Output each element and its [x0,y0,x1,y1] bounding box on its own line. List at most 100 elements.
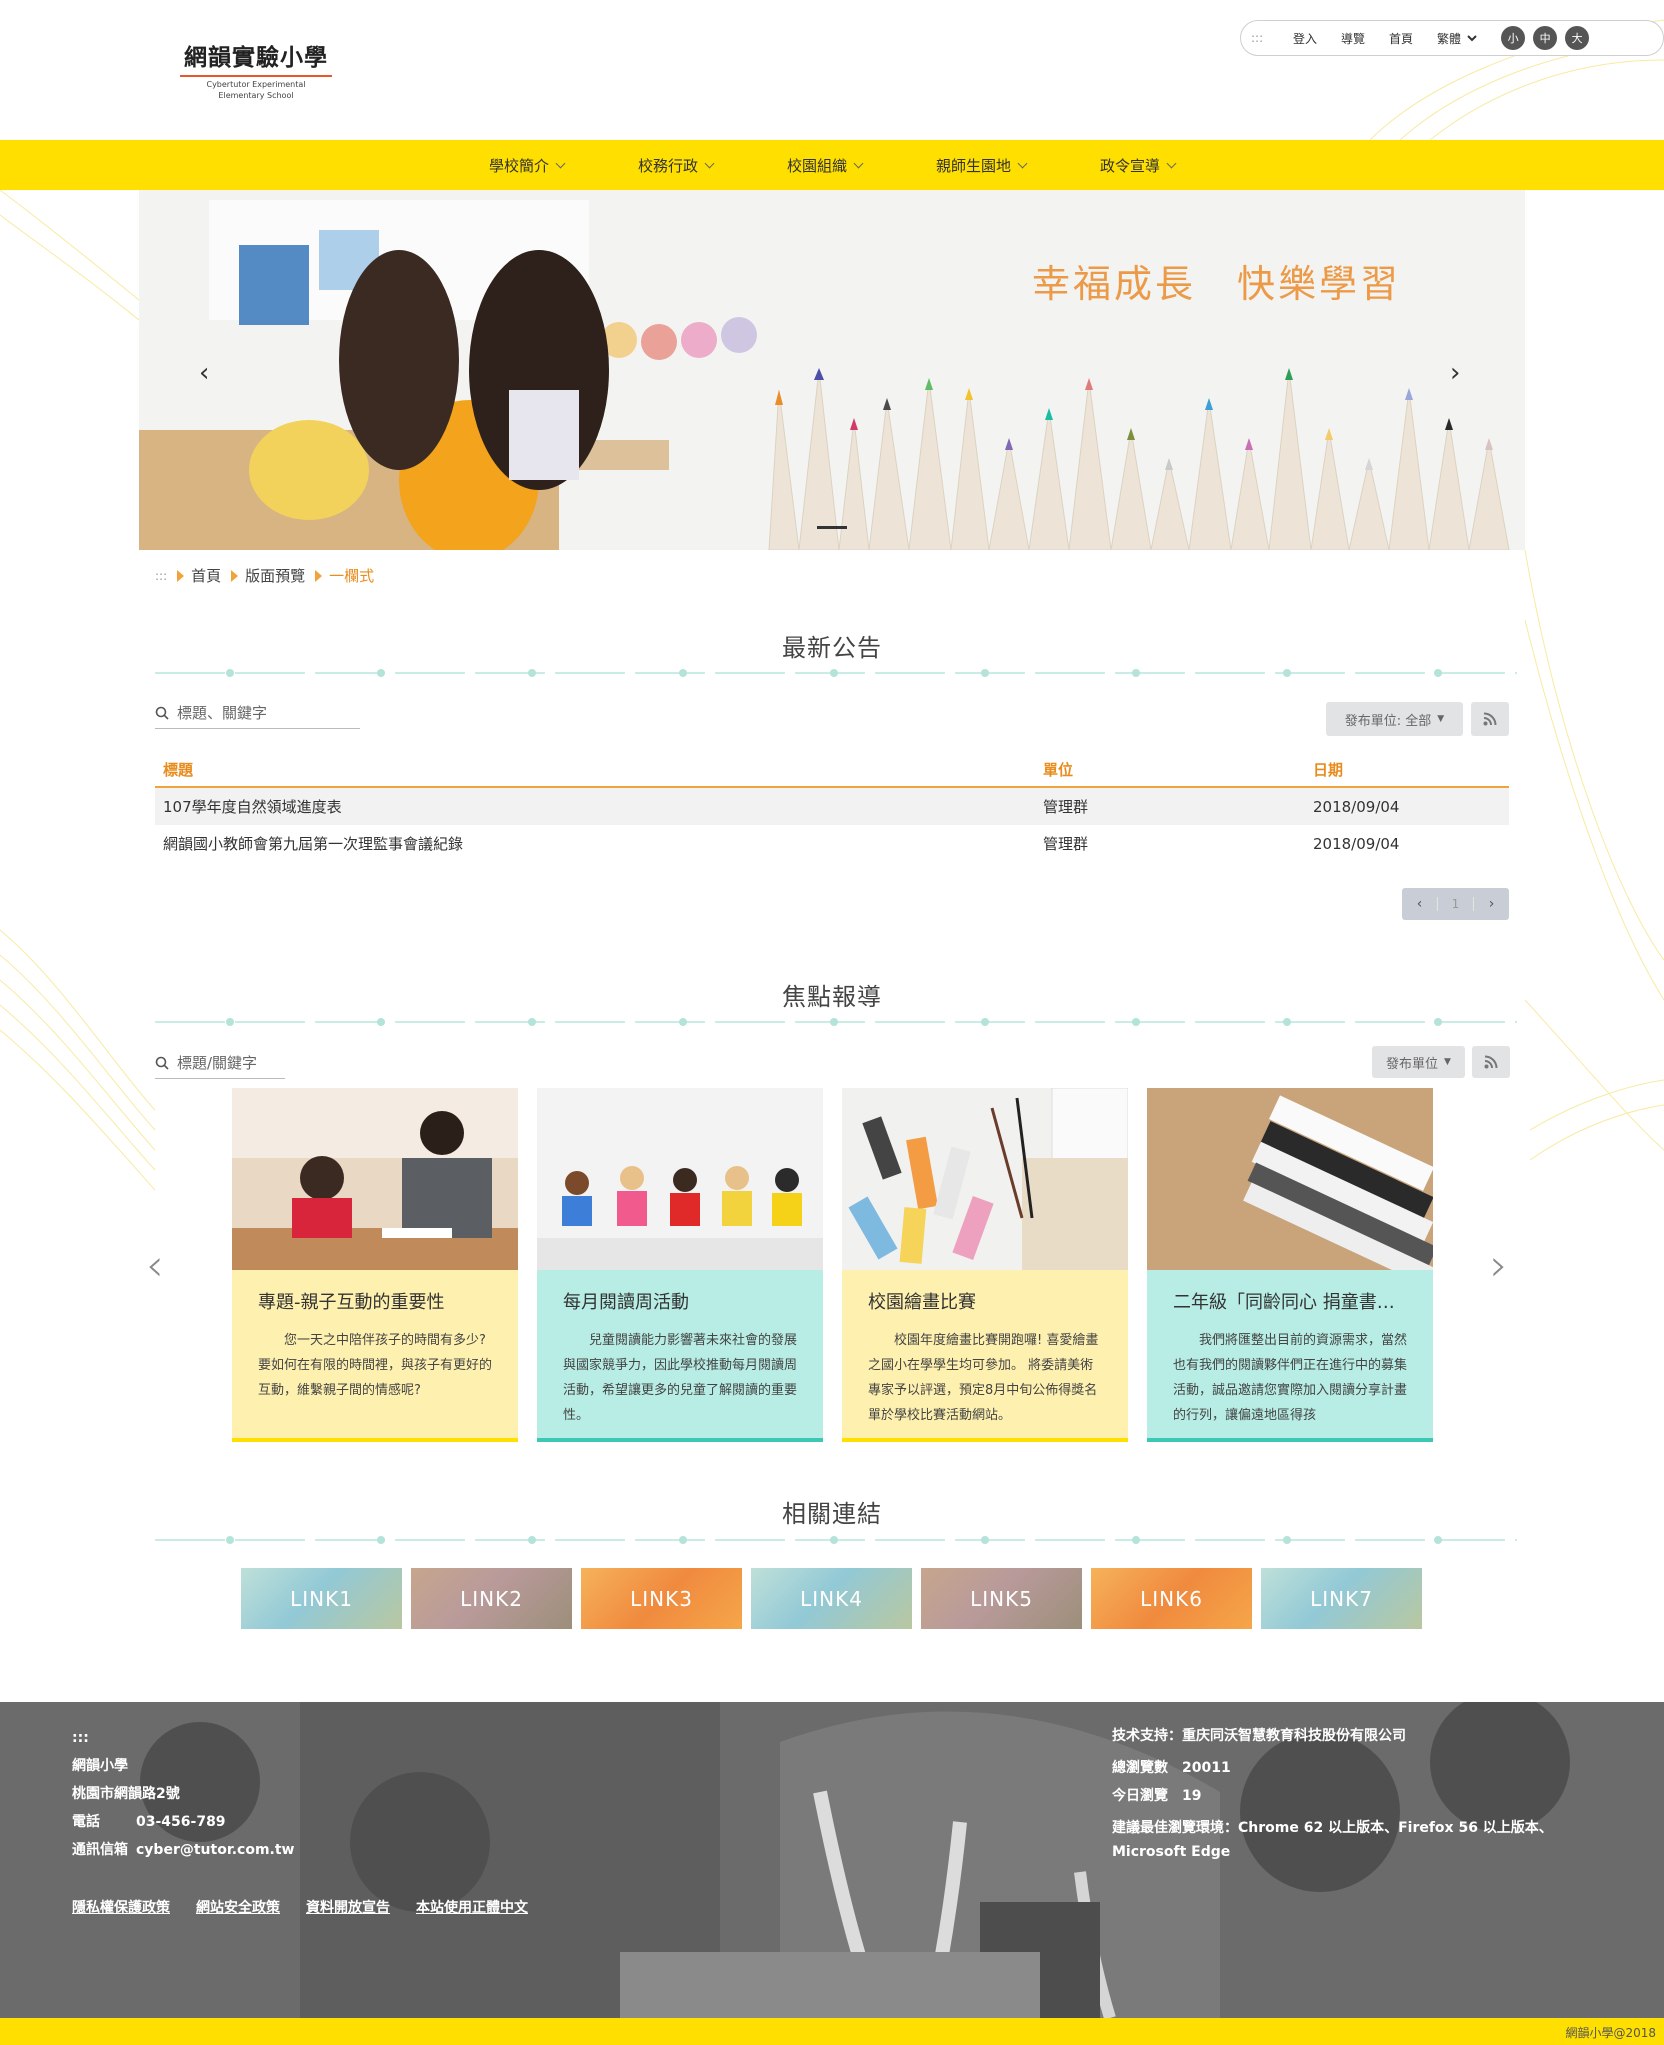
footer-email-row: 通訊信箱 cyber@tutor.com.tw [72,1836,295,1864]
rss-button[interactable] [1472,1046,1510,1078]
nav-label: 親師生園地 [936,156,1012,175]
privacy-policy-link[interactable]: 隱私權保護政策 [72,1897,170,1917]
font-size-medium-button[interactable]: 中 [1533,26,1558,50]
link-button-6[interactable]: LINK6 [1091,1568,1252,1629]
browser-recommendation: 建議最佳瀏覽環境：Chrome 62 以上版本、Firefox 56 以上版本、… [1112,1820,1553,1860]
logo-subtitle-2: Elementary School [218,91,294,100]
row-date: 2018/09/04 [1313,834,1400,853]
copyright-bar: 網韻小學@2018 [0,2018,1664,2045]
language-statement-link[interactable]: 本站使用正體中文 [416,1897,528,1917]
nav-item-about[interactable]: 學校簡介 [488,155,566,176]
login-link[interactable]: 登入 [1293,30,1317,47]
nav-label: 校務行政 [637,156,698,175]
table-row[interactable]: 網韻國小教師會第九屆第一次理監事會議紀錄 管理群 2018/09/04 [155,825,1509,862]
banner-prev-arrow-icon[interactable]: ‹ [199,358,209,388]
security-policy-link[interactable]: 網站安全政策 [196,1897,280,1917]
cards-prev-arrow-icon[interactable]: ‹ [146,1240,164,1291]
next-page-icon[interactable]: › [1474,896,1509,912]
news-card[interactable]: 校園繪畫比賽 校園年度繪畫比賽開跑囉! 喜愛繪畫之國小在學學生均可參加。 將委請… [842,1088,1128,1442]
breadcrumb: ::: 首頁 版面預覽 一欄式 [155,565,374,586]
tech-support: 技术支持：重庆同沃智慧教育科技股份有限公司 [1112,1728,1406,1744]
section-divider [155,669,1517,677]
card-image-paint-tubes[interactable] [842,1088,1128,1270]
unit-filter-dropdown[interactable]: 發布單位: 全部 ▼ [1326,702,1463,736]
news-card[interactable]: 二年級「同齡同心 捐童書… 我們將匯整出目前的資源需求，當然也有我們的閱讀夥伴們… [1147,1088,1433,1442]
table-row[interactable]: 107學年度自然領域進度表 管理群 2018/09/04 [155,788,1509,825]
announcement-search[interactable]: 標題、關鍵字 [155,702,360,729]
footer: ::: 網韻小學 桃園市網韻路2號 電話 03-456-789 通訊信箱 cyber… [0,1702,1664,2018]
link-button-1[interactable]: LINK1 [241,1568,402,1629]
phone-label: 電話 [72,1814,100,1830]
chevron-down-icon [555,158,566,168]
card-image-books[interactable] [1147,1088,1433,1270]
card-description: 校園年度繪畫比賽開跑囉! 喜愛繪畫之國小在學學生均可參加。 將委請美術專家予以評… [868,1333,1099,1423]
news-card[interactable]: 每月閱讀周活動 兒童閱讀能力影響著未來社會的發展與國家競爭力，因此學校推動每月閱… [537,1088,823,1442]
column-header-date[interactable]: 日期 [1305,759,1509,780]
card-body: 專題-親子互動的重要性 您一天之中陪伴孩子的時間有多少?要如何在有限的時間裡，與… [232,1270,518,1442]
rss-button[interactable] [1471,702,1509,736]
row-title[interactable]: 網韻國小教師會第九屆第一次理監事會議紀錄 [155,833,1035,854]
breadcrumb-home[interactable]: 首頁 [191,565,221,586]
card-body: 每月閱讀周活動 兒童閱讀能力影響著未來社會的發展與國家競爭力，因此學校推動每月閱… [537,1270,823,1442]
news-card[interactable]: 專題-親子互動的重要性 您一天之中陪伴孩子的時間有多少?要如何在有限的時間裡，與… [232,1088,518,1442]
card-title[interactable]: 校園繪畫比賽 [868,1288,1104,1314]
focus-title: 焦點報導 [782,983,882,1011]
copyright-text: 網韻小學@2018 [1565,2026,1656,2040]
link-button-4[interactable]: LINK4 [751,1568,912,1629]
prev-page-icon[interactable]: ‹ [1402,896,1437,912]
card-title[interactable]: 專題-親子互動的重要性 [258,1288,494,1314]
table-header: 標題 單位 日期 [155,752,1509,788]
row-title[interactable]: 107學年度自然領域進度表 [155,796,1035,817]
caret-down-icon: ▼ [1437,714,1445,724]
breadcrumb-level1[interactable]: 版面預覽 [245,565,305,586]
today-views: 今日瀏覽 19 [1112,1788,1202,1804]
card-description: 您一天之中陪伴孩子的時間有多少?要如何在有限的時間裡，與孩子有更好的互動，維繫親… [258,1333,493,1398]
focus-unit-dropdown[interactable]: 發布單位 ▼ [1372,1046,1465,1078]
banner-next-arrow-icon[interactable]: › [1450,358,1460,388]
breadcrumb-arrow-icon [231,569,239,582]
card-image-reading-kids[interactable] [537,1088,823,1270]
nav-item-policy[interactable]: 政令宣導 [1100,155,1177,176]
nav-item-community[interactable]: 親師生園地 [936,155,1028,176]
guide-link[interactable]: 導覽 [1341,30,1365,47]
email-address[interactable]: cyber@tutor.com.tw [136,1842,295,1858]
home-link[interactable]: 首頁 [1389,30,1413,47]
unit-filter-label: 發布單位 [1386,1056,1439,1072]
font-size-small-button[interactable]: 小 [1501,26,1526,50]
card-image-parent-child[interactable] [232,1088,518,1270]
access-key-top[interactable]: ::: [1251,31,1281,45]
language-select[interactable]: 繁體 [1437,30,1477,47]
cards-next-arrow-icon[interactable]: › [1490,1240,1508,1291]
rss-icon [1483,712,1497,726]
card-body: 二年級「同齡同心 捐童書… 我們將匯整出目前的資源需求，當然也有我們的閱讀夥伴們… [1147,1270,1433,1442]
font-size-large-button[interactable]: 大 [1565,26,1590,50]
link-button-3[interactable]: LINK3 [581,1568,742,1629]
search-placeholder: 標題、關鍵字 [177,704,268,722]
page-number[interactable]: 1 [1437,897,1474,911]
search-icon [155,706,169,720]
access-key-content[interactable]: ::: [155,569,167,583]
section-divider [155,1536,1517,1544]
banner-indicator[interactable] [817,526,847,529]
card-title[interactable]: 每月閱讀周活動 [563,1288,799,1314]
column-header-title[interactable]: 標題 [155,759,1035,780]
access-key-footer[interactable]: ::: [72,1724,295,1752]
nav-item-organization[interactable]: 校園組織 [787,155,864,176]
banner-slogan: 幸福成長 快樂學習 [1032,262,1402,306]
link-button-7[interactable]: LINK7 [1261,1568,1422,1629]
focus-search[interactable]: 標題/關鍵字 [155,1052,285,1079]
card-title[interactable]: 二年級「同齡同心 捐童書… [1173,1288,1409,1314]
column-header-unit[interactable]: 單位 [1035,759,1305,780]
top-utility-bar: ::: 登入 導覽 首頁 繁體 小 中 大 [1240,20,1664,56]
link-button-5[interactable]: LINK5 [921,1568,1082,1629]
nav-label: 學校簡介 [488,156,549,175]
open-data-link[interactable]: 資料開放宣告 [306,1897,390,1917]
hero-banner: 幸福成長 快樂學習 ‹ › [139,190,1525,550]
announcements-table: 標題 單位 日期 107學年度自然領域進度表 管理群 2018/09/04 網韻… [155,752,1509,862]
link-button-2[interactable]: LINK2 [411,1568,572,1629]
nav-label: 政令宣導 [1100,156,1161,175]
main-nav: 學校簡介 校務行政 校園組織 親師生園地 政令宣導 [0,140,1664,190]
nav-item-admin[interactable]: 校務行政 [637,155,715,176]
school-logo[interactable]: 網韻實驗小學 Cybertutor Experimental Elementar… [176,38,336,101]
footer-policy-links: 隱私權保護政策 網站安全政策 資料開放宣告 本站使用正體中文 [72,1897,528,1917]
